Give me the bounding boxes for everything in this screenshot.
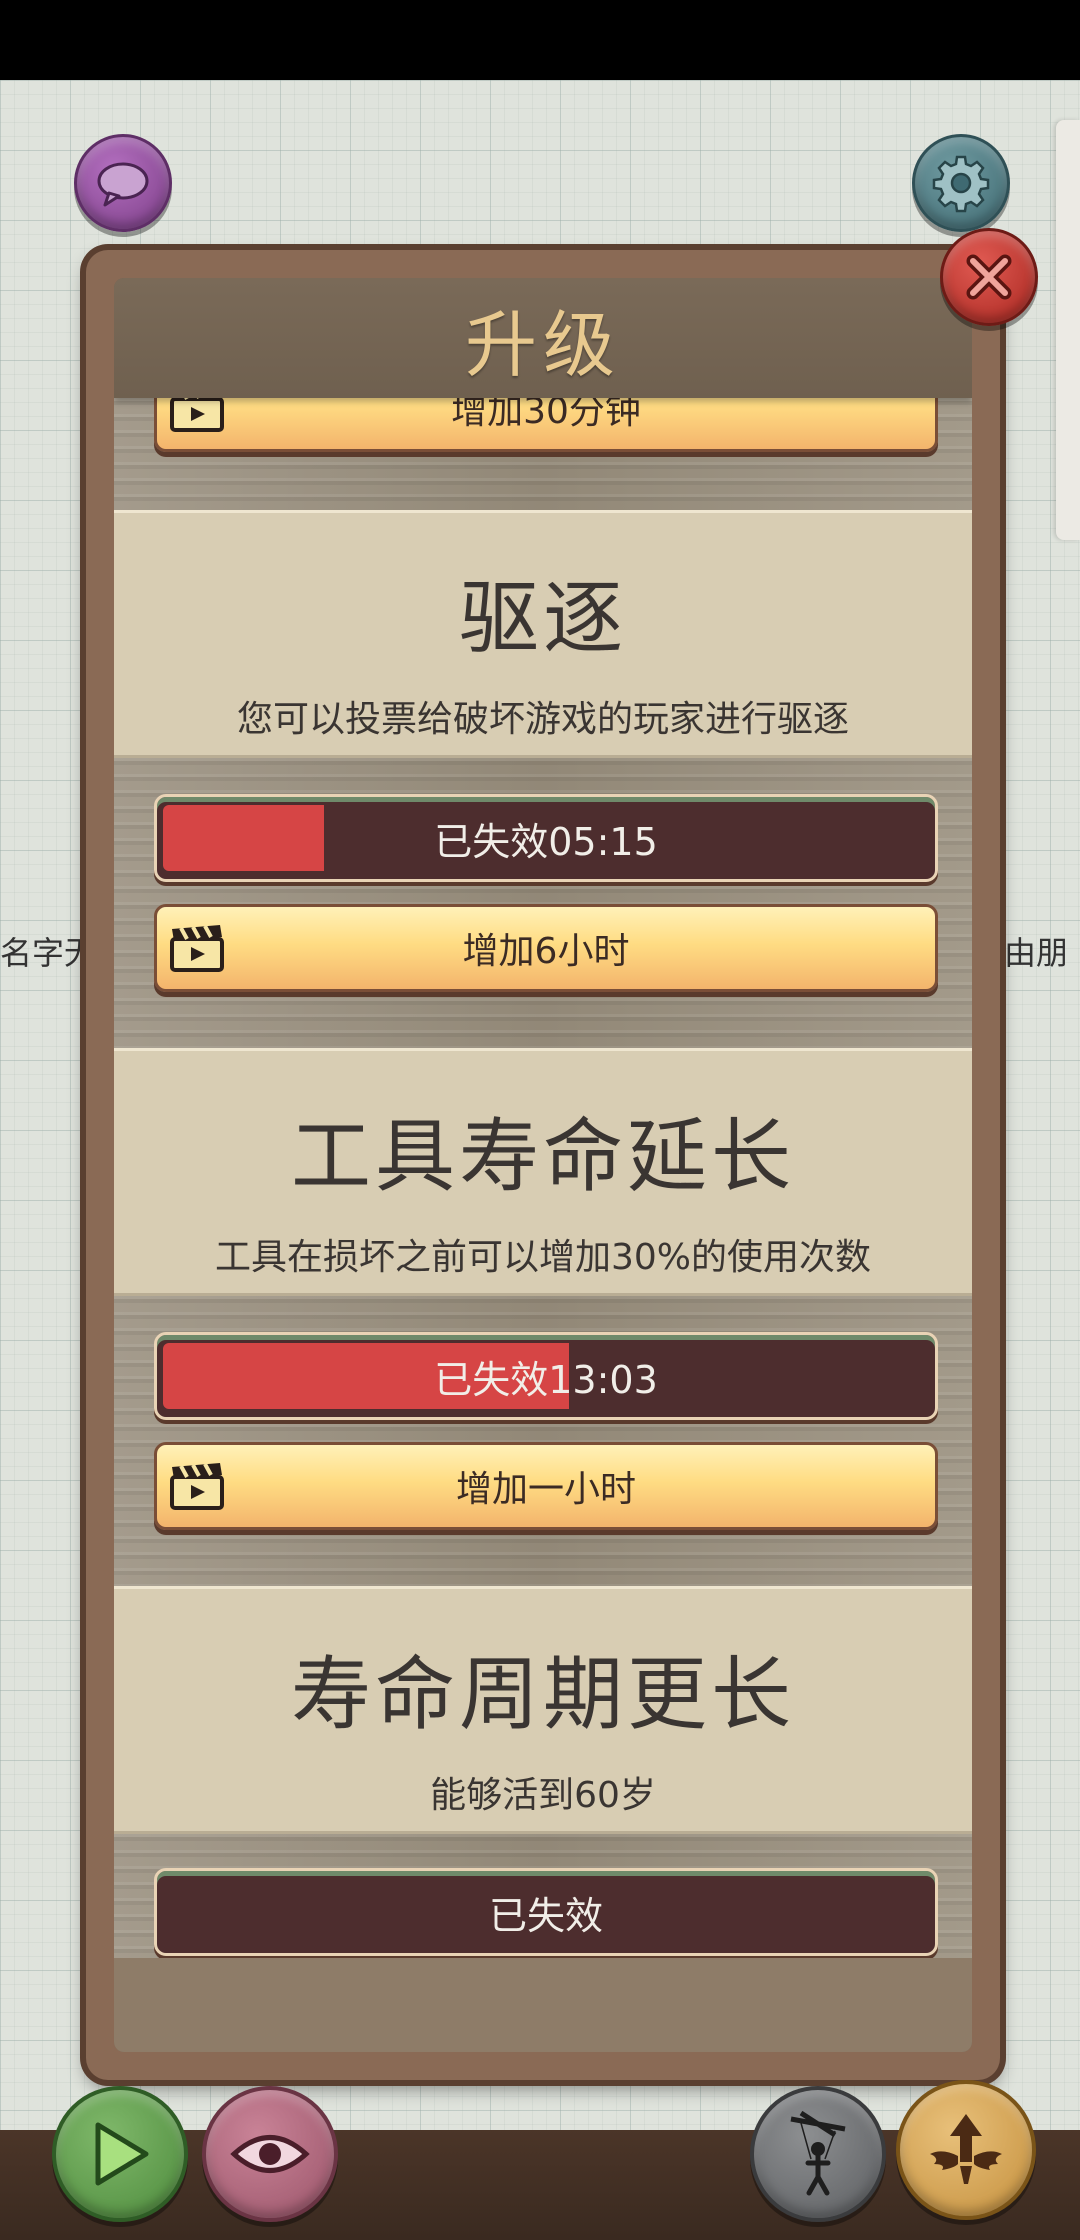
upgrade-title: 寿命周期更长 [291, 1648, 795, 1741]
add-30-minutes-label: 增加30分钟 [451, 398, 641, 432]
wood-panel: 已失效05:15 增加6小时 [114, 758, 972, 1048]
winged-arrow-icon [930, 2114, 1002, 2184]
background-left-text: 名字无 [0, 934, 97, 972]
clapperboard-icon [170, 925, 224, 972]
puppet-icon [790, 2110, 846, 2196]
close-button[interactable] [940, 228, 1038, 326]
clapperboard-icon [170, 1463, 224, 1510]
tool-life-timer-bar: 已失效13:03 [154, 1332, 938, 1420]
settings-button[interactable] [912, 134, 1010, 232]
dialog-body: 升级 增加30分钟 驱逐 您可以投票给破坏游戏的玩家进行驱逐 已失效05:15 … [114, 278, 972, 2052]
side-panel-edge [1056, 120, 1080, 540]
add-6-hours-label: 增加6小时 [462, 931, 630, 972]
chat-button[interactable] [74, 134, 172, 232]
upgrade-list[interactable]: 增加30分钟 驱逐 您可以投票给破坏游戏的玩家进行驱逐 已失效05:15 增加6… [114, 398, 972, 1958]
timer-status-text: 已失效13:03 [434, 1357, 658, 1402]
play-button[interactable] [52, 2086, 188, 2222]
add-1-hour-button[interactable]: 增加一小时 [154, 1442, 938, 1530]
wood-panel: 增加30分钟 [114, 398, 972, 510]
upgrade-title: 驱逐 [459, 572, 627, 665]
upgrade-description: 能够活到60岁 [430, 1775, 656, 1816]
dialog-title: 升级 [464, 302, 621, 387]
chat-bubble-icon [97, 162, 149, 207]
add-30-minutes-button[interactable]: 增加30分钟 [154, 398, 938, 452]
upgrade-card-expel: 驱逐 您可以投票给破坏游戏的玩家进行驱逐 [114, 510, 972, 758]
gear-icon [932, 155, 990, 213]
play-icon [95, 2122, 149, 2186]
wood-panel: 已失效13:03 增加一小时 [114, 1296, 972, 1586]
clapperboard-icon [170, 398, 224, 432]
eye-icon [230, 2135, 310, 2173]
add-1-hour-label: 增加一小时 [455, 1469, 636, 1510]
upgrade-dialog: 升级 增加30分钟 驱逐 您可以投票给破坏游戏的玩家进行驱逐 已失效05:15 … [86, 250, 1000, 2080]
timer-status-text: 已失效05:15 [434, 819, 658, 864]
expel-timer-bar: 已失效05:15 [154, 794, 938, 882]
view-button[interactable] [202, 2086, 338, 2222]
upgrade-description: 工具在损坏之前可以增加30%的使用次数 [214, 1237, 872, 1278]
status-bar [0, 0, 1080, 80]
close-icon [966, 254, 1012, 300]
upgrade-description: 您可以投票给破坏游戏的玩家进行驱逐 [236, 699, 849, 740]
upgrade-card-longer-life: 寿命周期更长 能够活到60岁 [114, 1586, 972, 1834]
longer-life-timer-bar: 已失效 [154, 1868, 938, 1956]
timer-status-text: 已失效 [488, 1893, 603, 1938]
dialog-footer [114, 1958, 972, 2052]
upgrade-button[interactable] [896, 2080, 1036, 2220]
upgrade-title: 工具寿命延长 [291, 1110, 795, 1203]
puppet-button[interactable] [750, 2086, 886, 2222]
background-right-text: 由朋 [1004, 934, 1069, 972]
add-6-hours-button[interactable]: 增加6小时 [154, 904, 938, 992]
upgrade-card-tool-life: 工具寿命延长 工具在损坏之前可以增加30%的使用次数 [114, 1048, 972, 1296]
dialog-title-bar: 升级 [114, 278, 972, 398]
wood-panel: 已失效 [114, 1834, 972, 1958]
